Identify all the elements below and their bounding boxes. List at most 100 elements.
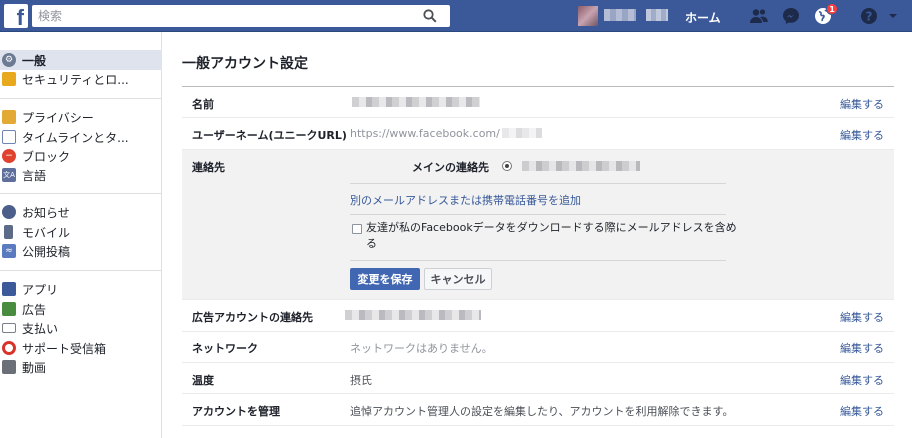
mobile-icon bbox=[4, 225, 13, 239]
sidebar-item-notifications[interactable]: お知らせ bbox=[0, 202, 162, 222]
sidebar-item-label: お知らせ bbox=[22, 205, 70, 220]
ad-contact-redacted bbox=[345, 310, 481, 320]
sidebar-item-label: 言語 bbox=[22, 168, 47, 183]
lock-icon bbox=[2, 110, 16, 124]
edit-network-link[interactable]: 編集する bbox=[840, 340, 884, 356]
row-label: ネットワーク bbox=[192, 342, 258, 355]
network-value: ネットワークはありません。 bbox=[350, 342, 493, 355]
sidebar-item-label: モバイル bbox=[22, 225, 71, 240]
svg-text:?: ? bbox=[866, 10, 873, 24]
sidebar-item-mobile[interactable]: モバイル bbox=[0, 222, 162, 242]
settings-row-ad-contact[interactable]: 広告アカウントの連絡先 編集する bbox=[182, 300, 894, 332]
add-contact-link[interactable]: 別のメールアドレスまたは携帯電話番号を追加 bbox=[350, 192, 581, 208]
account-menu-button[interactable] bbox=[882, 6, 904, 26]
sidebar-item-label: 支払い bbox=[22, 321, 59, 336]
cancel-button[interactable]: キャンセル bbox=[424, 268, 492, 290]
help-button[interactable]: ? bbox=[858, 6, 880, 26]
sidebar-item-ads[interactable]: 広告 bbox=[0, 299, 162, 319]
contact-edit-panel: 連絡先 メインの連絡先 別のメールアドレスまたは携帯電話番号を追加 友達が私のF… bbox=[182, 150, 894, 300]
edit-ad-contact-link[interactable]: 編集する bbox=[840, 309, 884, 325]
manage-account-description: 追悼アカウント管理人の設定を編集したり、アカウントを利用解除できます。 bbox=[350, 405, 734, 418]
primary-contact-label: メインの連絡先 bbox=[412, 161, 489, 174]
settings-row-username[interactable]: ユーザーネーム(ユニークURL) https://www.facebook.co… bbox=[182, 118, 894, 150]
timeline-icon bbox=[2, 130, 16, 144]
page-title: 一般アカウント設定 bbox=[182, 56, 308, 72]
search-input[interactable] bbox=[32, 5, 412, 27]
edit-temperature-link[interactable]: 編集する bbox=[840, 372, 884, 388]
sidebar-item-blocking[interactable]: − ブロック bbox=[0, 146, 162, 166]
sidebar-item-label: アプリ bbox=[22, 282, 59, 297]
include-email-checkbox[interactable] bbox=[352, 224, 362, 234]
payment-icon bbox=[2, 323, 16, 333]
help-icon: ? bbox=[861, 8, 877, 24]
sidebar-item-label: サポート受信箱 bbox=[22, 341, 107, 356]
sidebar-item-label: 公開投稿 bbox=[22, 244, 71, 259]
sidebar-item-privacy[interactable]: プライバシー bbox=[0, 107, 162, 127]
friends-icon bbox=[750, 9, 768, 23]
name-value-redacted bbox=[352, 97, 480, 107]
edit-name-link[interactable]: 編集する bbox=[840, 96, 884, 112]
sidebar-item-payments[interactable]: 支払い bbox=[0, 318, 162, 338]
profile-name-redacted-2 bbox=[646, 9, 668, 21]
row-label: 温度 bbox=[192, 374, 214, 387]
block-icon: − bbox=[2, 149, 16, 163]
sidebar-item-support-inbox[interactable]: サポート受信箱 bbox=[0, 338, 162, 358]
lifebuoy-icon bbox=[2, 341, 16, 355]
settings-row-name[interactable]: 名前 編集する bbox=[182, 87, 894, 118]
settings-row-temperature[interactable]: 温度 摂氏 編集する bbox=[182, 363, 894, 394]
temperature-value: 摂氏 bbox=[350, 374, 372, 387]
sidebar-item-label: 一般 bbox=[22, 53, 47, 68]
messenger-icon bbox=[783, 8, 799, 24]
apps-icon bbox=[2, 282, 16, 296]
friend-requests-button[interactable] bbox=[748, 6, 770, 26]
search-button[interactable] bbox=[410, 5, 450, 27]
language-icon: 文A bbox=[2, 168, 16, 182]
rss-icon: ≈ bbox=[2, 244, 16, 258]
row-label: アカウントを管理 bbox=[192, 405, 280, 418]
video-icon bbox=[2, 360, 16, 374]
profile-name-redacted[interactable] bbox=[604, 9, 636, 21]
include-email-checkbox-label: 友達が私のFacebookデータをダウンロードする際にメールアドレスを含める bbox=[366, 221, 737, 250]
sidebar-item-label: 動画 bbox=[22, 360, 47, 375]
notifications-button[interactable]: 1 bbox=[812, 3, 838, 26]
dropdown-caret-icon bbox=[889, 14, 897, 18]
profile-avatar[interactable] bbox=[578, 6, 598, 26]
sidebar-item-label: プライバシー bbox=[22, 110, 94, 125]
primary-email-redacted bbox=[522, 161, 640, 171]
notification-badge: 1 bbox=[826, 3, 838, 15]
sidebar-item-label: 広告 bbox=[22, 302, 47, 317]
facebook-logo[interactable]: f bbox=[4, 4, 28, 28]
globe-icon bbox=[2, 205, 16, 219]
sidebar-item-security[interactable]: セキュリティとロ... bbox=[0, 69, 162, 89]
ads-icon bbox=[2, 302, 16, 316]
home-link[interactable]: ホーム bbox=[685, 9, 721, 26]
sidebar-item-videos[interactable]: 動画 bbox=[0, 357, 162, 377]
primary-email-radio[interactable] bbox=[502, 161, 512, 171]
search-box bbox=[32, 5, 450, 27]
sidebar-item-timeline[interactable]: タイムラインとタ... bbox=[0, 127, 162, 147]
username-redacted bbox=[502, 128, 542, 138]
sidebar-item-apps[interactable]: アプリ bbox=[0, 279, 162, 299]
row-label: ユーザーネーム(ユニークURL) bbox=[192, 129, 347, 142]
sidebar-item-public-posts[interactable]: ≈ 公開投稿 bbox=[0, 241, 162, 261]
sidebar-item-language[interactable]: 文A 言語 bbox=[0, 165, 162, 185]
save-changes-button[interactable]: 変更を保存 bbox=[350, 268, 420, 290]
row-label: 名前 bbox=[192, 98, 214, 111]
row-label: 連絡先 bbox=[192, 161, 225, 174]
messages-button[interactable] bbox=[780, 6, 802, 26]
edit-manage-account-link[interactable]: 編集する bbox=[840, 403, 884, 419]
search-icon bbox=[423, 9, 437, 23]
row-label: 広告アカウントの連絡先 bbox=[192, 311, 313, 324]
sidebar-item-label: セキュリティとロ... bbox=[22, 72, 129, 87]
gear-icon: ⚙ bbox=[2, 53, 16, 67]
settings-row-manage-account[interactable]: アカウントを管理 追悼アカウント管理人の設定を編集したり、アカウントを利用解除で… bbox=[182, 394, 894, 426]
top-navigation-bar: f ホーム 1 ? bbox=[0, 0, 912, 32]
sidebar-item-label: ブロック bbox=[22, 149, 71, 164]
shield-icon bbox=[2, 72, 16, 86]
sidebar-item-label: タイムラインとタ... bbox=[22, 130, 129, 145]
username-url: https://www.facebook.com/ bbox=[350, 127, 500, 140]
sidebar-item-general[interactable]: ⚙ 一般 bbox=[0, 50, 162, 70]
settings-sidebar: ⚙ 一般 セキュリティとロ... プライバシー タイムラインとタ... − ブロ… bbox=[0, 32, 162, 438]
settings-row-network[interactable]: ネットワーク ネットワークはありません。 編集する bbox=[182, 332, 894, 363]
edit-username-link[interactable]: 編集する bbox=[840, 127, 884, 143]
